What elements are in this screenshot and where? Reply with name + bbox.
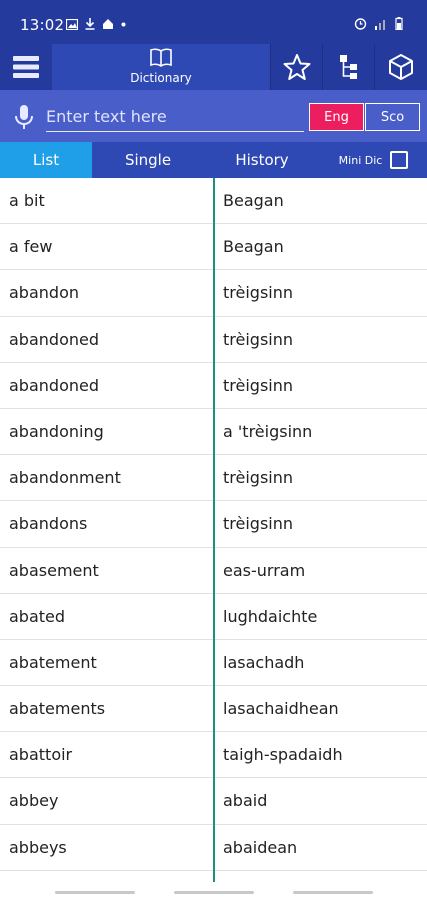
gaelic-translation: Beagan [223,237,284,257]
gaelic-translation: eas-urram [223,560,306,580]
favorites-button[interactable] [270,44,322,90]
status-bar: 13:02 [0,0,427,44]
gaelic-translation: trèigsinn [223,329,294,349]
gallery-icon [66,18,78,30]
english-word: abatements [9,699,106,719]
dictionary-tab[interactable]: Dictionary [52,44,270,90]
tab-history[interactable]: History [204,142,320,178]
search-input[interactable] [46,102,304,132]
gaelic-translation: a 'trèigsinn [223,421,313,441]
cube-button[interactable] [374,44,427,90]
english-word: abbeys [9,837,67,857]
gaelic-translation: trèigsinn [223,375,294,395]
menu-icon [13,56,39,78]
alarm-icon [354,18,367,30]
nav-recents-handle[interactable] [55,891,135,894]
nav-back-handle[interactable] [293,891,373,894]
language-scottish-gaelic-button[interactable]: Sco [365,103,420,131]
english-word: abandoning [9,421,104,441]
status-system-icons [354,17,403,30]
gaelic-translation: abaid [223,791,268,811]
english-word: abandon [9,283,79,303]
hierarchy-button[interactable] [322,44,374,90]
view-tabs: List Single History Mini Dic [0,142,427,178]
hierarchy-icon [339,55,357,79]
dictionary-label: Dictionary [130,71,192,85]
status-notification-icons [66,18,126,30]
english-word: abandoned [9,375,99,395]
mini-dic-checkbox[interactable] [390,151,409,169]
english-word: abbey [9,791,59,811]
english-word: abated [9,606,66,626]
gaelic-translation: trèigsinn [223,283,294,303]
gaelic-translation: lasachadh [223,652,305,672]
gaelic-translation: taigh-spadaidh [223,745,343,765]
top-toolbar: Dictionary [0,44,427,90]
english-word: abandons [9,514,88,534]
english-word: abatement [9,652,97,672]
english-word: abandoned [9,329,99,349]
dot-icon [121,22,126,26]
star-icon [283,54,310,80]
gaelic-translation: lasachaidhean [223,699,339,719]
cube-icon [389,54,413,80]
column-divider [213,178,215,884]
english-word: a bit [9,191,45,210]
book-icon [150,48,172,67]
battery-icon [395,17,403,30]
microphone-icon[interactable] [14,104,34,130]
menu-button[interactable] [0,44,52,90]
english-word: abasement [9,560,99,580]
gaelic-translation: trèigsinn [223,468,294,488]
gaelic-translation: trèigsinn [223,514,294,534]
english-word: abattoir [9,745,73,765]
download-icon [85,18,95,30]
status-time: 13:02 [20,16,65,34]
house-icon [103,19,113,29]
mini-dic-toggle[interactable]: Mini Dic [320,142,427,178]
english-word: a few [9,237,53,257]
search-bar: Eng Sco [0,90,427,142]
language-english-button[interactable]: Eng [309,103,364,131]
nav-home-handle[interactable] [174,891,254,894]
tab-single[interactable]: Single [92,142,204,178]
gaelic-translation: Beagan [223,191,284,210]
tab-list[interactable]: List [0,142,92,178]
gaelic-translation: abaidean [223,837,298,857]
mini-dic-label: Mini Dic [338,153,383,167]
english-word: abandonment [9,468,121,488]
gaelic-translation: lughdaichte [223,606,318,626]
system-navigation-bar [0,882,427,900]
signal-icon [375,19,385,30]
